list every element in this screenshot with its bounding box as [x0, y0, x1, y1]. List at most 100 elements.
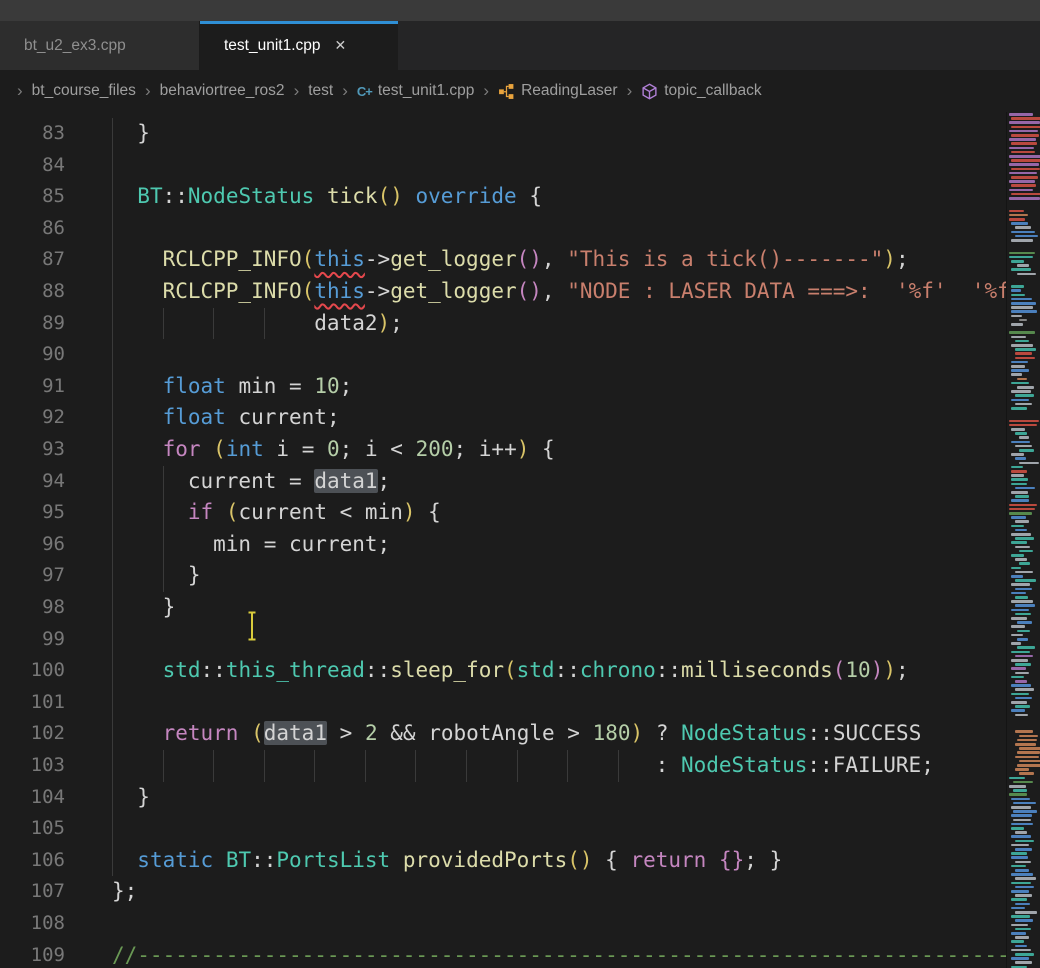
editor[interactable]: 83 }8485 BT::NodeStatus tick() override …	[0, 112, 1040, 968]
breadcrumb-item-readinglaser[interactable]: ReadingLaser	[498, 82, 618, 100]
tab-bt_u2_ex3[interactable]: bt_u2_ex3.cpp	[0, 21, 200, 70]
line-number[interactable]: 101	[0, 687, 65, 719]
code-line[interactable]: 84	[0, 150, 1006, 182]
indent-guide	[112, 339, 113, 371]
code-line[interactable]: 103 : NodeStatus::FAILURE;	[0, 750, 1006, 782]
minimap-row	[1015, 869, 1029, 872]
code-line[interactable]: 93 for (int i = 0; i < 200; i++) {	[0, 434, 1006, 466]
minimap-row	[1015, 877, 1036, 880]
code-line[interactable]: 92 float current;	[0, 402, 1006, 434]
line-number[interactable]: 105	[0, 813, 65, 845]
minimap-row	[1015, 520, 1029, 523]
code-line[interactable]: 87 RCLCPP_INFO(this->get_logger(), "This…	[0, 244, 1006, 276]
line-number[interactable]: 92	[0, 402, 65, 434]
code-token: 10	[314, 374, 339, 398]
code-token: <	[390, 437, 403, 461]
minimap-row	[1015, 953, 1034, 956]
code-line[interactable]: 107};	[0, 876, 1006, 908]
tab-test_unit1[interactable]: test_unit1.cpp ✕	[200, 21, 398, 70]
close-icon[interactable]: ✕	[335, 37, 347, 54]
minimap-row	[1011, 806, 1031, 809]
breadcrumb-item-bt-course-files[interactable]: bt_course_files	[32, 82, 136, 100]
code-token: ,	[542, 247, 567, 271]
line-number[interactable]: 94	[0, 466, 65, 498]
code-line[interactable]: 101	[0, 687, 1006, 719]
minimap-row	[1009, 331, 1035, 334]
minimap-row	[1017, 621, 1032, 624]
code-line[interactable]: 97 }	[0, 560, 1006, 592]
minimap-row	[1011, 856, 1028, 859]
line-number[interactable]: 106	[0, 845, 65, 877]
code-token	[302, 469, 315, 493]
tab-label: bt_u2_ex3.cpp	[24, 37, 126, 55]
line-number[interactable]: 88	[0, 276, 65, 308]
code-line[interactable]: 86	[0, 213, 1006, 245]
minimap-row	[1015, 886, 1034, 889]
line-number[interactable]: 109	[0, 940, 65, 968]
code-line[interactable]: 102 return (data1 > 2 && robotAngle > 18…	[0, 718, 1006, 750]
code-line[interactable]: 88 RCLCPP_INFO(this->get_logger(), "NODE…	[0, 276, 1006, 308]
breadcrumb-label: ReadingLaser	[521, 82, 618, 100]
minimap-row	[1011, 684, 1031, 687]
line-number[interactable]: 93	[0, 434, 65, 466]
line-number[interactable]: 95	[0, 497, 65, 529]
breadcrumb-item-test-unit1-cpp[interactable]: C+ test_unit1.cpp	[357, 82, 475, 100]
line-content: data2);	[112, 308, 1006, 340]
line-number[interactable]: 107	[0, 876, 65, 908]
line-number[interactable]: 98	[0, 592, 65, 624]
code-line[interactable]: 98 }	[0, 592, 1006, 624]
breadcrumb-item-behaviortree-ros2[interactable]: behaviortree_ros2	[160, 82, 285, 100]
minimap-row	[1015, 831, 1027, 834]
code-line[interactable]: 83 }	[0, 118, 1006, 150]
code-line[interactable]: 106 static BT::PortsList providedPorts()…	[0, 845, 1006, 877]
minimap-row	[1009, 147, 1034, 150]
line-number[interactable]: 97	[0, 560, 65, 592]
line-number[interactable]: 84	[0, 150, 65, 182]
line-number[interactable]: 96	[0, 529, 65, 561]
code-token: ()	[517, 247, 542, 271]
line-number[interactable]: 100	[0, 655, 65, 687]
code-line[interactable]: 89 data2);	[0, 308, 1006, 340]
breadcrumb-item-test[interactable]: test	[308, 82, 333, 100]
line-number[interactable]: 103	[0, 750, 65, 782]
line-number[interactable]: 104	[0, 782, 65, 814]
minimap-row	[1015, 394, 1034, 397]
code-line[interactable]: 104 }	[0, 782, 1006, 814]
line-number[interactable]: 86	[0, 213, 65, 245]
code-line[interactable]: 99	[0, 624, 1006, 656]
code-line[interactable]: 91 float min = 10;	[0, 371, 1006, 403]
line-number[interactable]: 99	[0, 624, 65, 656]
indent-guide	[365, 750, 366, 782]
code-token: for	[163, 437, 201, 461]
line-number[interactable]: 89	[0, 308, 65, 340]
line-content	[112, 624, 1006, 656]
minimap-row	[1015, 697, 1032, 700]
line-content: return (data1 > 2 && robotAngle > 180) ?…	[112, 718, 1006, 750]
breadcrumb-item-topic-callback[interactable]: topic_callback	[641, 82, 761, 100]
code-token: ,	[542, 279, 567, 303]
code-line[interactable]: 85 BT::NodeStatus tick() override {	[0, 181, 1006, 213]
code-line[interactable]: 90	[0, 339, 1006, 371]
code-token: ; }	[744, 848, 782, 872]
line-number[interactable]: 91	[0, 371, 65, 403]
line-number[interactable]: 85	[0, 181, 65, 213]
line-number[interactable]: 90	[0, 339, 65, 371]
line-number[interactable]: 102	[0, 718, 65, 750]
minimap-row	[1011, 126, 1040, 129]
minimap-row	[1015, 235, 1038, 238]
minimap-row	[1011, 336, 1026, 339]
minimap-row	[1011, 268, 1031, 271]
minimap-row	[1015, 432, 1027, 435]
code-line[interactable]: 108	[0, 908, 1006, 940]
code-token	[352, 721, 365, 745]
code-line[interactable]: 109//-----------------------------------…	[0, 940, 1006, 968]
code-line[interactable]: 105	[0, 813, 1006, 845]
line-number[interactable]: 87	[0, 244, 65, 276]
code-line[interactable]: 95 if (current < min) {	[0, 497, 1006, 529]
code-line[interactable]: 96 min = current;	[0, 529, 1006, 561]
code-line[interactable]: 100 std::this_thread::sleep_for(std::chr…	[0, 655, 1006, 687]
line-number[interactable]: 108	[0, 908, 65, 940]
line-number[interactable]: 83	[0, 118, 65, 150]
code-line[interactable]: 94 current = data1;	[0, 466, 1006, 498]
minimap[interactable]	[1006, 112, 1040, 968]
